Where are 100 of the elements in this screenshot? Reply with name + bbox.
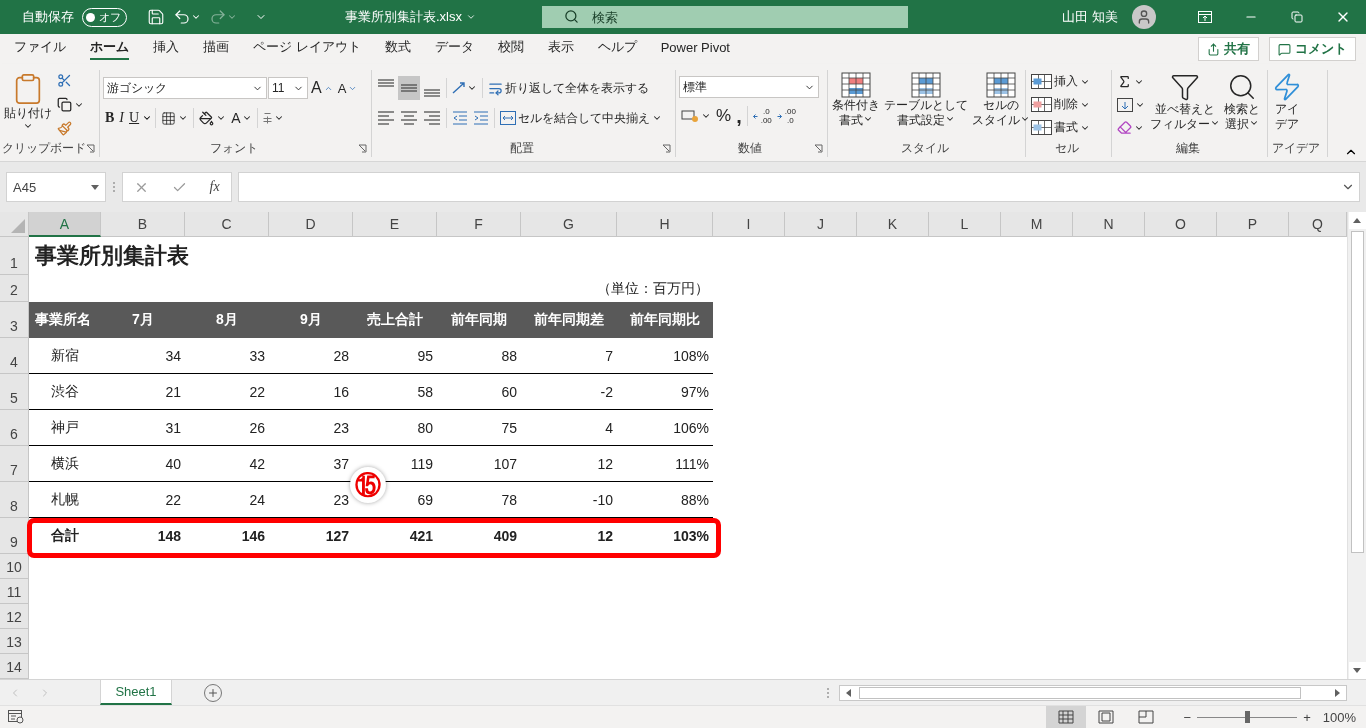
group-label: セル (1054, 139, 1079, 157)
search-field[interactable]: 検索 (542, 6, 908, 28)
zoom-out-button[interactable]: − (1177, 709, 1198, 725)
ribbon-tab[interactable]: データ (422, 34, 486, 64)
column-heading[interactable]: O (1145, 212, 1217, 237)
italic-button[interactable]: I (117, 106, 126, 130)
normal-view-button[interactable] (1045, 705, 1086, 728)
column-heading[interactable]: E (353, 212, 437, 237)
ribbon-tab[interactable]: ホーム (78, 34, 141, 64)
scroll-down-button[interactable] (1348, 662, 1366, 679)
file-name-button[interactable]: 事業所別集計表.xlsx (339, 7, 482, 27)
row-number[interactable]: 9 (0, 518, 29, 554)
column-heading[interactable]: D (269, 212, 353, 237)
sort-filter-button[interactable]: 並べ替えと フィルター (1149, 70, 1221, 139)
format-as-table-button[interactable]: テーブルとして 書式設定 (883, 70, 969, 139)
dialog-launcher-icon[interactable] (662, 143, 671, 153)
row-number[interactable]: 1 (0, 237, 29, 275)
caret-icon (216, 113, 227, 123)
wrap-text-button[interactable]: 折り返して全体を表示する (486, 76, 651, 100)
paste-button[interactable]: 貼り付け (3, 70, 53, 139)
column-heading[interactable]: N (1073, 212, 1145, 237)
merge-center-button[interactable]: セルを結合して中央揃え (498, 106, 664, 130)
ribbon-tab[interactable]: ファイル (2, 34, 78, 64)
column-heading[interactable]: A (29, 212, 101, 237)
column-heading[interactable]: P (1217, 212, 1289, 237)
conditional-format-button[interactable]: 条件付き 書式 (831, 70, 881, 139)
row-number[interactable]: 7 (0, 446, 29, 482)
row-number[interactable]: 14 (0, 654, 29, 679)
align-left-icon (377, 111, 395, 125)
scrollbar-thumb[interactable] (859, 686, 1301, 699)
column-heading[interactable]: H (617, 212, 713, 237)
column-heading[interactable]: I (713, 212, 785, 237)
bold-button[interactable]: B (103, 106, 117, 130)
column-heading[interactable]: C (185, 212, 269, 237)
column-heading[interactable]: L (929, 212, 1001, 237)
number-format-select[interactable]: 標準 (679, 76, 819, 98)
column-heading[interactable]: Q (1289, 212, 1347, 237)
comment-button[interactable]: コメント (1269, 37, 1356, 61)
ribbon-tab[interactable]: 数式 (372, 34, 423, 64)
font-size-select[interactable]: 11 (268, 77, 308, 99)
insert-function-button[interactable]: fx (209, 179, 220, 195)
column-heading[interactable]: B (101, 212, 185, 237)
shrink-font-button[interactable]: A (335, 76, 360, 100)
macro-record-icon[interactable] (8, 710, 24, 724)
row-number[interactable]: 8 (0, 482, 29, 518)
middle-align-button[interactable] (398, 76, 420, 100)
ribbon-tab[interactable]: 校閲 (485, 34, 536, 64)
delete-cells-button[interactable]: 削除 (1029, 93, 1092, 116)
cells-icon (1031, 74, 1052, 89)
percent-button[interactable]: % (714, 104, 734, 128)
column-heading[interactable]: G (521, 212, 617, 237)
column-heading[interactable]: F (437, 212, 521, 237)
ideas-button[interactable]: アイ デア (1271, 70, 1303, 139)
column-header-cell: 前年同期差 (521, 302, 617, 338)
comma-button[interactable]: , (734, 104, 744, 128)
horizontal-scrollbar[interactable] (839, 684, 1347, 701)
formula-input[interactable] (238, 172, 1360, 202)
ribbon-tab[interactable]: Power Pivot (648, 34, 742, 64)
font-name-select[interactable]: 游ゴシック (103, 77, 267, 99)
increase-decimal-button[interactable]: .0 .00 (750, 104, 774, 128)
row-number[interactable]: 13 (0, 629, 29, 654)
zoom-level[interactable]: 100% (1316, 709, 1362, 725)
ribbon-tab[interactable]: ヘルプ (585, 34, 649, 64)
caret-icon (652, 113, 662, 123)
column-heading[interactable]: J (785, 212, 857, 237)
dialog-launcher-icon[interactable] (358, 143, 367, 153)
zoom-in-button[interactable]: + (1297, 709, 1317, 725)
caret-icon (1210, 118, 1220, 128)
zoom-slider-thumb[interactable] (1245, 711, 1251, 723)
column-header-cell: 9月 (269, 302, 353, 338)
format-cells-button[interactable]: 書式 (1029, 116, 1092, 139)
grow-font-button[interactable]: A (309, 76, 335, 100)
sheet-tab[interactable]: Sheet1 (100, 680, 172, 705)
share-button[interactable]: 共有 (1198, 37, 1259, 61)
row-number[interactable]: 11 (0, 579, 29, 604)
scroll-up-button[interactable] (1348, 212, 1366, 229)
insert-cells-button[interactable]: 挿入 (1029, 70, 1092, 93)
ribbon-tab[interactable]: 挿入 (141, 34, 191, 64)
row-number[interactable]: 2 (0, 275, 29, 302)
row-number[interactable]: 6 (0, 410, 29, 446)
cell-styles-button[interactable]: セルの スタイル (971, 70, 1031, 139)
scrollbar-thumb[interactable] (1350, 231, 1364, 553)
row-number[interactable]: 5 (0, 374, 29, 410)
ribbon-tab[interactable]: 描画 (191, 34, 241, 64)
font-color-button[interactable]: A (229, 106, 255, 130)
column-heading[interactable]: K (857, 212, 929, 237)
row-number[interactable]: 12 (0, 604, 29, 629)
dialog-launcher-icon[interactable] (814, 143, 823, 153)
avatar-icon[interactable] (1132, 5, 1156, 29)
ribbon-tab[interactable]: ページ レイアウト (241, 34, 373, 64)
column-heading[interactable]: M (1001, 212, 1073, 237)
ribbon-tab[interactable]: 表示 (535, 34, 586, 64)
decrease-decimal-button[interactable]: .00 .0 (774, 104, 798, 128)
underline-button[interactable]: U (127, 106, 142, 130)
find-select-button[interactable]: 検索と 選択 (1223, 70, 1261, 139)
row-number[interactable]: 10 (0, 554, 29, 579)
name-box[interactable]: A45 (6, 172, 106, 202)
row-number[interactable]: 4 (0, 338, 29, 374)
dialog-launcher-icon[interactable] (86, 143, 95, 153)
row-number[interactable]: 3 (0, 302, 29, 338)
